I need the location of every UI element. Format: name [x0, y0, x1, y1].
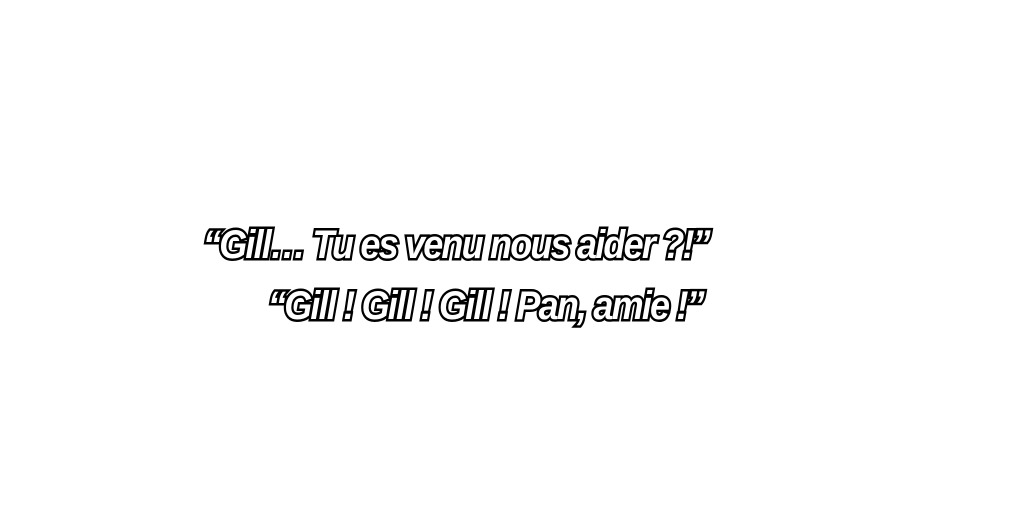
caption-line-2: “Gill ! Gill ! Gill ! Pan, amie !”: [266, 284, 707, 329]
subtitle-canvas: “Gill… Tu es venu nous aider ?!” “Gill !…: [0, 0, 1024, 512]
caption-line-1: “Gill… Tu es venu nous aider ?!”: [201, 223, 713, 268]
